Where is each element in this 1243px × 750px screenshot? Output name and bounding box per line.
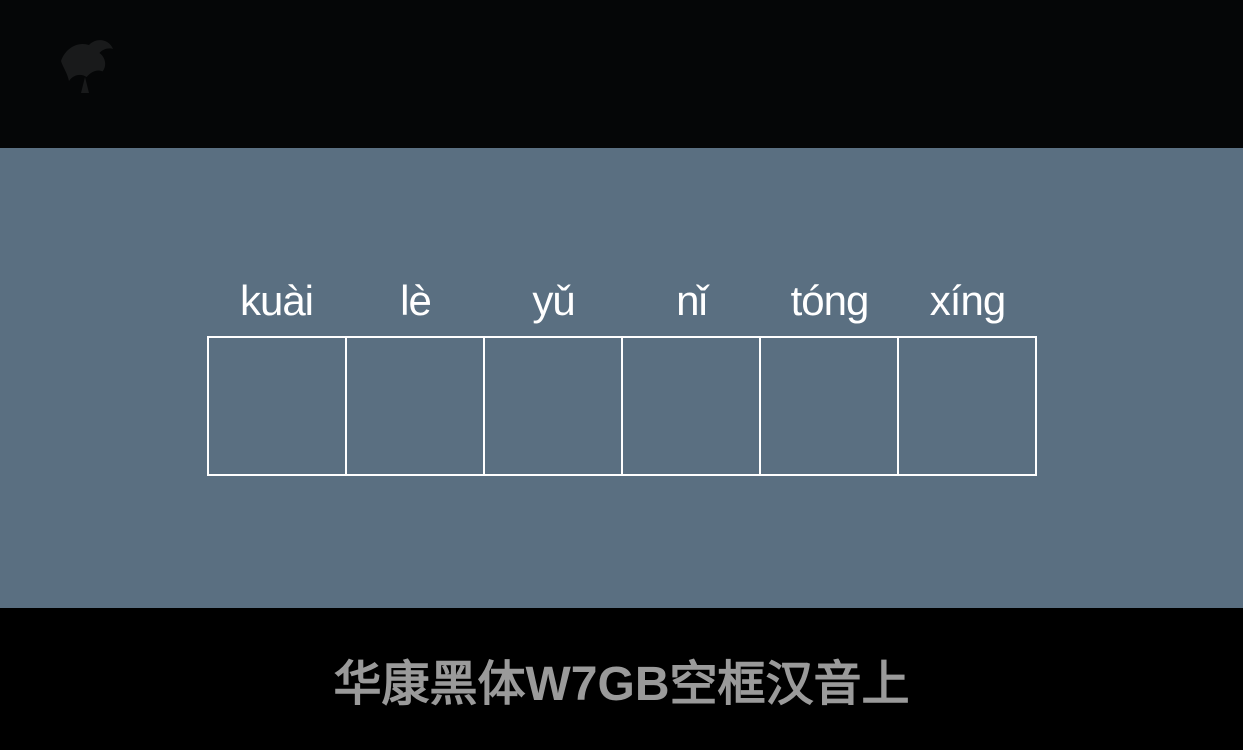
font-sample-panel: kuài lè yǔ nǐ tóng xíng	[0, 148, 1243, 608]
char-cell: xíng	[899, 280, 1037, 476]
pinyin-label: nǐ	[676, 280, 707, 322]
character-box	[483, 336, 623, 476]
char-cell: yǔ	[485, 280, 623, 476]
pinyin-label: lè	[400, 280, 431, 322]
pinyin-label: kuài	[240, 280, 313, 322]
char-cell: kuài	[207, 280, 347, 476]
footer-bar: 华康黑体W7GB空框汉音上	[0, 608, 1243, 750]
font-name-label: 华康黑体W7GB空框汉音上	[333, 644, 909, 714]
character-box	[759, 336, 899, 476]
char-cell: tóng	[761, 280, 899, 476]
pinyin-label: tóng	[791, 280, 869, 322]
pinyin-label: yǔ	[532, 280, 574, 322]
character-box	[621, 336, 761, 476]
character-box	[897, 336, 1037, 476]
bird-logo-icon	[45, 25, 125, 105]
pinyin-label: xíng	[930, 280, 1005, 322]
character-box	[345, 336, 485, 476]
char-cell: nǐ	[623, 280, 761, 476]
sample-row: kuài lè yǔ nǐ tóng xíng	[207, 280, 1037, 476]
char-cell: lè	[347, 280, 485, 476]
character-box	[207, 336, 347, 476]
header-bar	[0, 0, 1243, 148]
